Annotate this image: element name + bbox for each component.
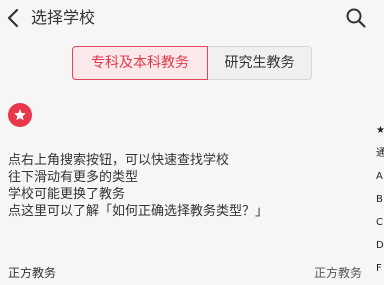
help-link[interactable]: 点这里可以了解「如何正确选择教务类型？」 (8, 203, 268, 220)
star-badge-icon (8, 103, 32, 127)
segment-control: 专科及本科教务 研究生教务 (72, 46, 312, 80)
top-bar: 选择学校 (0, 0, 384, 38)
list-item-label[interactable]: 正方教务 (8, 264, 56, 281)
tips-block: 点右上角搜索按钮，可以快速查找学校 往下滑动有更多的类型 学校可能更换了教务 点… (8, 152, 268, 220)
list-item-value: 正方教务 (314, 266, 363, 280)
index-letter[interactable]: 通 (376, 147, 384, 170)
index-letter[interactable]: D (376, 239, 384, 262)
tab-undergrad-academic[interactable]: 专科及本科教务 (72, 46, 208, 80)
back-chevron-icon[interactable] (4, 7, 24, 29)
alphabet-index[interactable]: ★ 通 A B C D F (376, 124, 384, 285)
index-letter[interactable]: B (376, 193, 384, 216)
page-title: 选择学校 (31, 8, 96, 27)
tab-graduate-academic[interactable]: 研究生教务 (208, 46, 312, 80)
tip-line: 点右上角搜索按钮，可以快速查找学校 (8, 153, 230, 168)
index-letter[interactable]: ★ (376, 124, 384, 147)
index-letter[interactable]: C (376, 216, 384, 239)
search-icon[interactable] (344, 6, 368, 30)
tip-line: 往下滑动有更多的类型 (8, 170, 139, 185)
index-letter[interactable]: A (376, 170, 384, 193)
tip-line: 学校可能更换了教务 (8, 187, 126, 202)
index-letter[interactable]: F (376, 262, 384, 285)
